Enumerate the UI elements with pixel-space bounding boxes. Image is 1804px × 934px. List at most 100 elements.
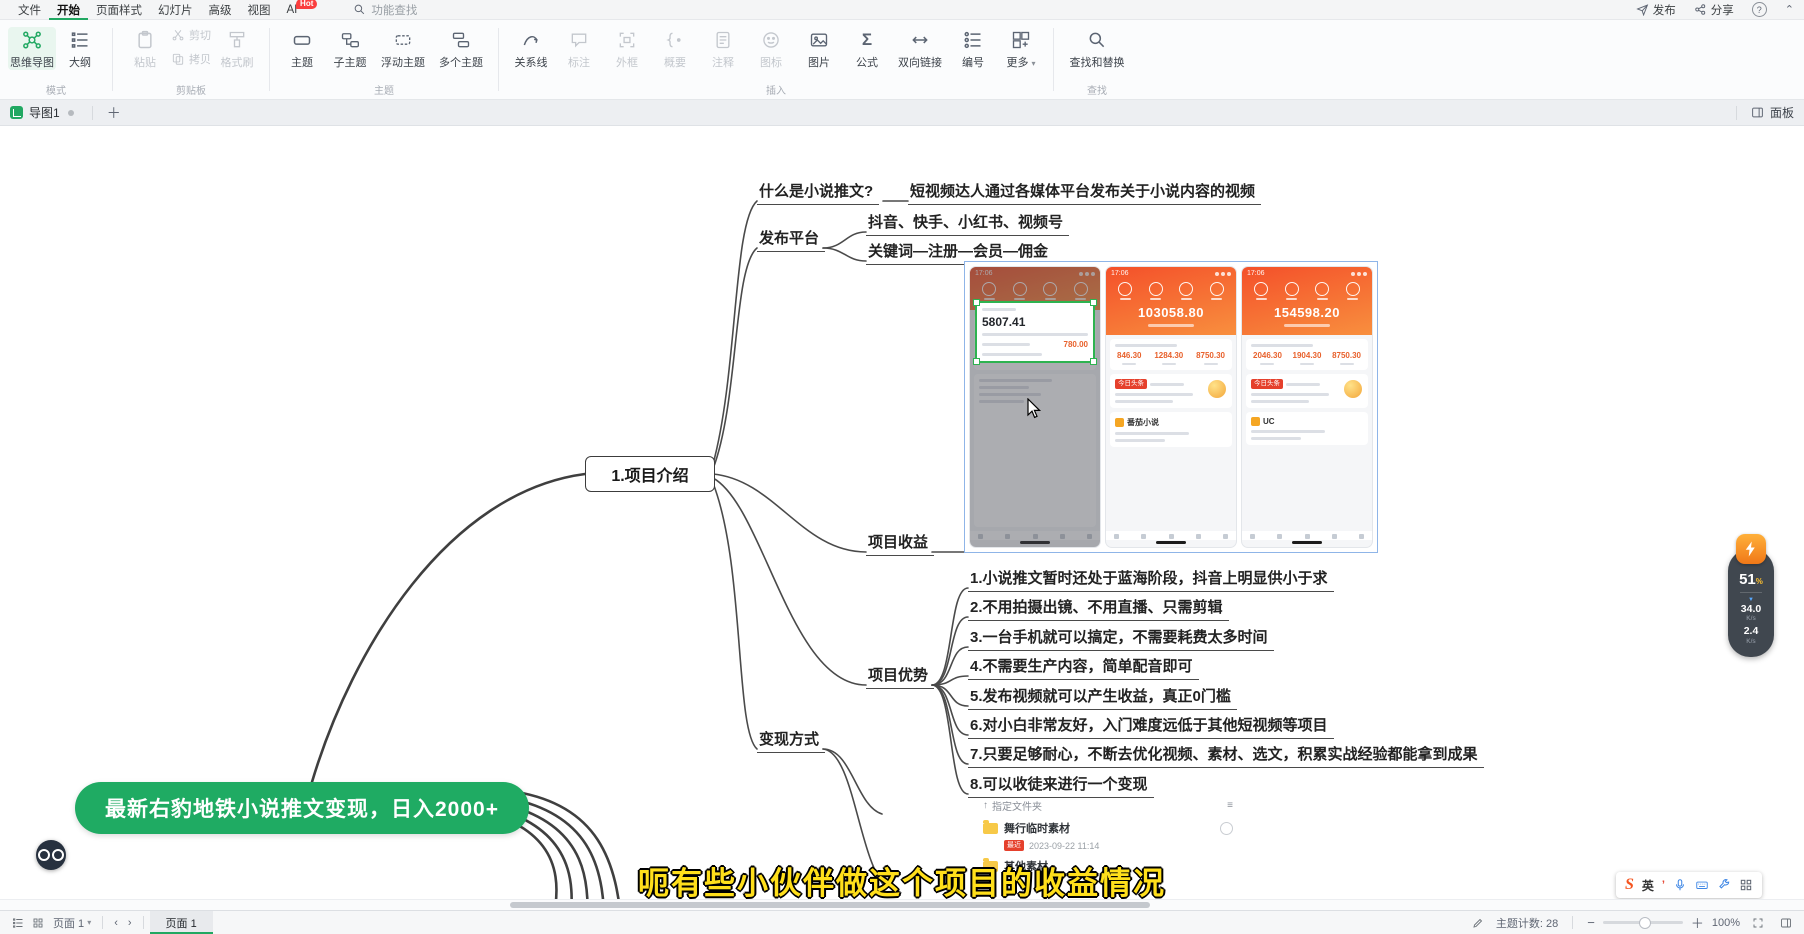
zoom-level[interactable]: 100% — [1712, 917, 1740, 929]
callout-icon — [569, 30, 589, 50]
select-circle[interactable] — [1220, 822, 1233, 835]
subtopic-icon — [340, 30, 360, 50]
group-clipboard: 粘贴 剪切 拷贝 格式刷 剪贴板 — [113, 20, 269, 99]
glasses-icon — [52, 849, 64, 861]
leaf-advantage-4[interactable]: 4.不需要生产内容，简单配音即可 — [968, 655, 1199, 680]
next-page-button[interactable]: › — [123, 911, 137, 934]
find-replace-button[interactable]: 查找和替换 — [1062, 27, 1132, 70]
help-button[interactable]: ? — [1752, 2, 1767, 17]
insert-icon-button[interactable]: 图标 — [747, 27, 795, 70]
leaf-what-child[interactable]: 短视频达人通过各媒体平台发布关于小说内容的视频 — [908, 180, 1261, 205]
page-layout-icon[interactable] — [1780, 917, 1792, 929]
leaf-advantage-2[interactable]: 2.不用拍摄出镜、不用直播、只需剪辑 — [968, 596, 1229, 621]
toolbox-icon[interactable] — [1717, 878, 1731, 892]
ime-toolbar[interactable]: S 英 ’ — [1616, 872, 1762, 898]
outline-icon — [70, 30, 90, 50]
menubar: 文件 开始 页面样式 幻灯片 高级 视图 AIHot 功能查找 发布 分享 ? … — [0, 0, 1804, 20]
zoom-slider[interactable] — [1603, 921, 1683, 924]
view-grid-icon[interactable] — [32, 917, 44, 929]
menu-tab-home[interactable]: 开始 — [49, 0, 88, 20]
menu-tab-slides[interactable]: 幻灯片 — [150, 0, 201, 20]
send-icon — [1636, 3, 1649, 16]
glasses-icon — [38, 849, 50, 861]
sogou-logo[interactable]: S — [1625, 876, 1634, 894]
assistant-bubble[interactable] — [36, 840, 66, 870]
grid-icon[interactable] — [1739, 878, 1753, 892]
zoom-slider-knob[interactable] — [1639, 917, 1651, 929]
publish-button[interactable]: 发布 — [1636, 2, 1676, 18]
branch-advantages[interactable]: 项目优势 — [866, 664, 934, 689]
add-doc-tab-button[interactable]: ＋ — [101, 103, 127, 123]
ime-punct-toggle[interactable]: ’ — [1662, 879, 1665, 891]
copy-icon — [171, 52, 185, 66]
menu-tab-page-style[interactable]: 页面样式 — [88, 0, 150, 20]
summary-button[interactable]: 概要 — [651, 27, 699, 70]
formula-icon: Σ — [862, 30, 872, 50]
panel-toggle[interactable]: 面板 — [1770, 104, 1794, 121]
subtopic-button[interactable]: 子主题 — [326, 27, 374, 70]
paste-icon — [135, 30, 155, 50]
mindmap-mode-button[interactable]: 思维导图 — [8, 27, 56, 70]
central-topic[interactable]: 1.项目介绍 — [585, 456, 715, 492]
branch-monetize[interactable]: 变现方式 — [757, 728, 825, 753]
floating-topic-button[interactable]: 浮动主题 — [374, 27, 432, 70]
more-button[interactable]: 更多 ▾ — [997, 27, 1045, 70]
branch-platforms[interactable]: 发布平台 — [757, 227, 825, 252]
doc-tab[interactable]: 导图1 — [29, 104, 60, 121]
menu-tab-ai[interactable]: AIHot — [279, 2, 306, 18]
leaf-advantage-6[interactable]: 6.对小白非常友好，入门难度远低于其他短视频等项目 — [968, 714, 1334, 739]
zoom-out-button[interactable]: − — [1587, 915, 1595, 930]
mascot-avatar — [1208, 380, 1226, 398]
formula-button[interactable]: Σ公式 — [843, 27, 891, 70]
menu-tab-view[interactable]: 视图 — [240, 0, 279, 20]
mindmap-doc-icon — [10, 106, 23, 119]
copy-button[interactable]: 拷贝 — [171, 51, 211, 67]
phone-screenshot-2: 17:06 103058.80 846.30 1284.30 8750.30 — [1106, 267, 1236, 547]
view-list-icon[interactable] — [12, 917, 24, 929]
scrollbar-thumb[interactable] — [510, 902, 1150, 908]
search-placeholder: 功能查找 — [371, 2, 417, 18]
page-tab-active[interactable]: 页面 1 — [150, 911, 213, 934]
multi-topic-button[interactable]: 多个主题 — [432, 27, 490, 70]
outer-frame-icon — [617, 30, 637, 50]
outline-mode-button[interactable]: 大纲 — [56, 27, 104, 70]
keyboard-icon[interactable] — [1695, 878, 1709, 892]
performance-overlay[interactable]: 51% ▼34.0K/s 2.4K/s — [1728, 534, 1774, 657]
feature-search[interactable]: 功能查找 — [353, 2, 417, 18]
file-row[interactable]: 舞行临时素材 — [983, 820, 1233, 836]
leaf-platform-1[interactable]: 抖音、快手、小红书、视频号 — [866, 211, 1069, 236]
leaf-advantage-8[interactable]: 8.可以收徒来进行一个变现 — [968, 773, 1154, 798]
branch-income[interactable]: 项目收益 — [866, 531, 934, 556]
insert-image-button[interactable]: 图片 — [795, 27, 843, 70]
zoom-in-button[interactable]: ＋ — [1691, 913, 1704, 932]
callout-button[interactable]: 标注 — [555, 27, 603, 70]
branch-what-is[interactable]: 什么是小说推文? — [757, 180, 879, 205]
outer-frame-button[interactable]: 外框 — [603, 27, 651, 70]
note-button[interactable]: 注释 — [699, 27, 747, 70]
cut-icon — [171, 28, 185, 42]
leaf-advantage-1[interactable]: 1.小说推文暂时还处于蓝海阶段，抖音上明显供小于求 — [968, 567, 1334, 592]
topic-button[interactable]: 主题 — [278, 27, 326, 70]
share-button[interactable]: 分享 — [1694, 2, 1734, 18]
bilink-button[interactable]: 双向链接 — [891, 27, 949, 70]
leaf-advantage-5[interactable]: 5.发布视频就可以产生收益，真正0门槛 — [968, 685, 1237, 710]
fullscreen-icon[interactable] — [1752, 917, 1764, 929]
leaf-advantage-7[interactable]: 7.只要足够耐心，不断去优化视频、素材、选文，积累实战经验都能拿到成果 — [968, 743, 1484, 768]
page-selector[interactable]: 页面 1 ▾ — [48, 911, 96, 934]
cut-button[interactable]: 剪切 — [171, 27, 211, 43]
numbering-button[interactable]: 编号 — [949, 27, 997, 70]
mic-icon[interactable] — [1673, 878, 1687, 892]
prev-page-button[interactable]: ‹ — [109, 911, 123, 934]
format-painter-button[interactable]: 格式刷 — [213, 27, 261, 70]
collapse-ribbon-button[interactable]: ⌃ — [1785, 3, 1794, 16]
pencil-icon[interactable] — [1472, 917, 1484, 929]
menu-tab-advanced[interactable]: 高级 — [201, 0, 240, 20]
menu-tab-file[interactable]: 文件 — [10, 0, 49, 20]
app-window: 文件 开始 页面样式 幻灯片 高级 视图 AIHot 功能查找 发布 分享 ? … — [0, 0, 1804, 934]
relation-line-button[interactable]: 关系线 — [507, 27, 555, 70]
paste-button[interactable]: 粘贴 — [121, 27, 169, 70]
leaf-advantage-3[interactable]: 3.一台手机就可以搞定，不需要耗费太多时间 — [968, 626, 1274, 651]
ime-language-toggle[interactable]: 英 — [1642, 877, 1654, 894]
group-insert: 关系线 标注 外框 概要 注释 图标 图片 Σ公式 双向链接 编号 更多 ▾ 插… — [499, 20, 1053, 99]
root-topic[interactable]: 最新右豹地铁小说推文变现，日入2000+ — [75, 782, 529, 834]
